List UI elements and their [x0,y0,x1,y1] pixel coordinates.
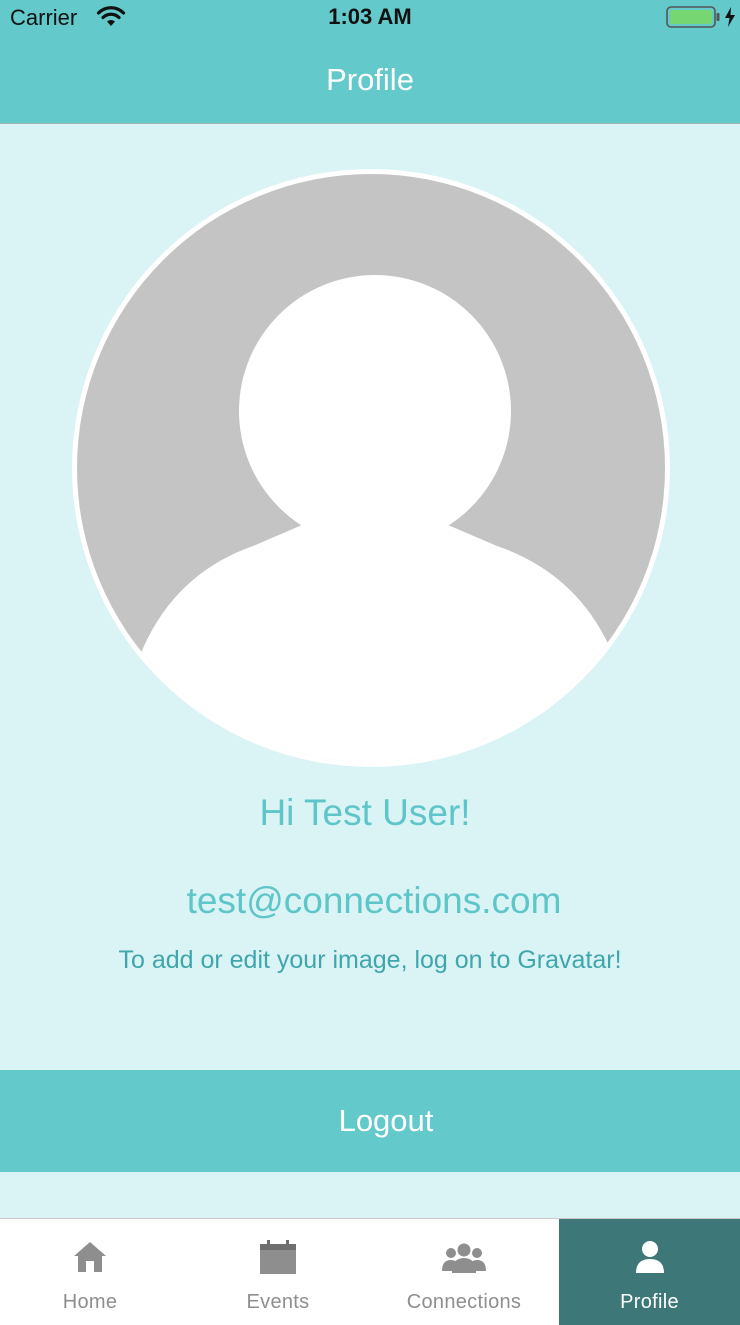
battery-icon [666,6,722,33]
navigation-bar: Profile [0,34,740,124]
tab-connections[interactable]: Connections [374,1219,554,1325]
tab-bar: Home Events Connections Profile [0,1218,740,1325]
default-avatar-icon [77,174,665,762]
tab-profile[interactable]: Profile [559,1219,740,1325]
tab-events[interactable]: Events [188,1219,368,1325]
tab-home[interactable]: Home [0,1219,180,1325]
person-icon [559,1239,740,1275]
group-icon [374,1239,554,1275]
greeting-text: Hi Test User! [259,792,471,833]
tab-profile-label: Profile [620,1291,679,1313]
tab-home-label: Home [62,1291,118,1313]
charging-bolt-icon [724,6,736,33]
calendar-icon [188,1239,368,1275]
gravatar-hint: To add or edit your image, log on to Gra… [118,946,622,974]
tab-events-label: Events [246,1291,310,1313]
email-text: test@connections.com [186,880,562,921]
tab-connections-label: Connections [406,1291,522,1313]
page-title: Profile [326,62,414,97]
home-icon [0,1239,180,1275]
status-bar: Carrier 1:03 AM [0,0,740,34]
avatar [72,169,670,767]
status-time: 1:03 AM [328,4,412,29]
logout-button[interactable]: Logout [0,1070,740,1172]
